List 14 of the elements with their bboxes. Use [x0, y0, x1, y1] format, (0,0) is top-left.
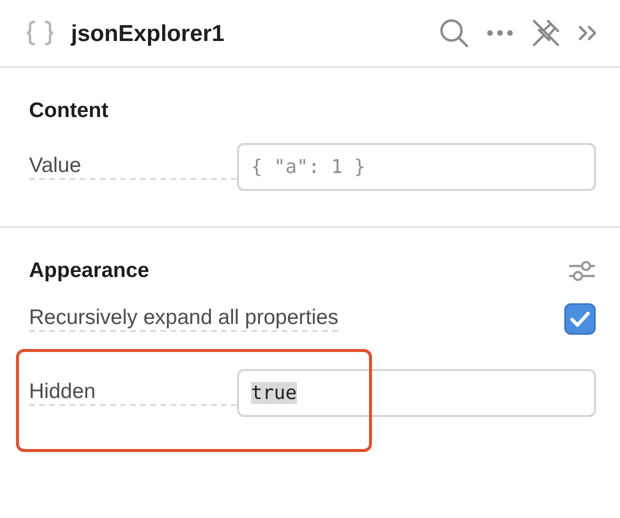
property-label: Value [29, 154, 237, 180]
property-label: Recursively expand all properties [29, 306, 338, 332]
input-field[interactable]: true [237, 369, 596, 417]
section-title: Content [29, 99, 108, 123]
section-title: Appearance [29, 259, 150, 283]
checkbox[interactable] [564, 303, 596, 335]
panel-title: jsonExplorer1 [71, 20, 224, 46]
more-icon[interactable] [486, 29, 514, 37]
double-chevron-icon[interactable] [578, 25, 598, 41]
pin-off-icon[interactable] [531, 18, 561, 48]
property-label: Hidden [29, 380, 237, 406]
braces-icon [25, 18, 55, 48]
search-icon[interactable] [439, 18, 469, 48]
sliders-icon[interactable] [568, 259, 596, 283]
